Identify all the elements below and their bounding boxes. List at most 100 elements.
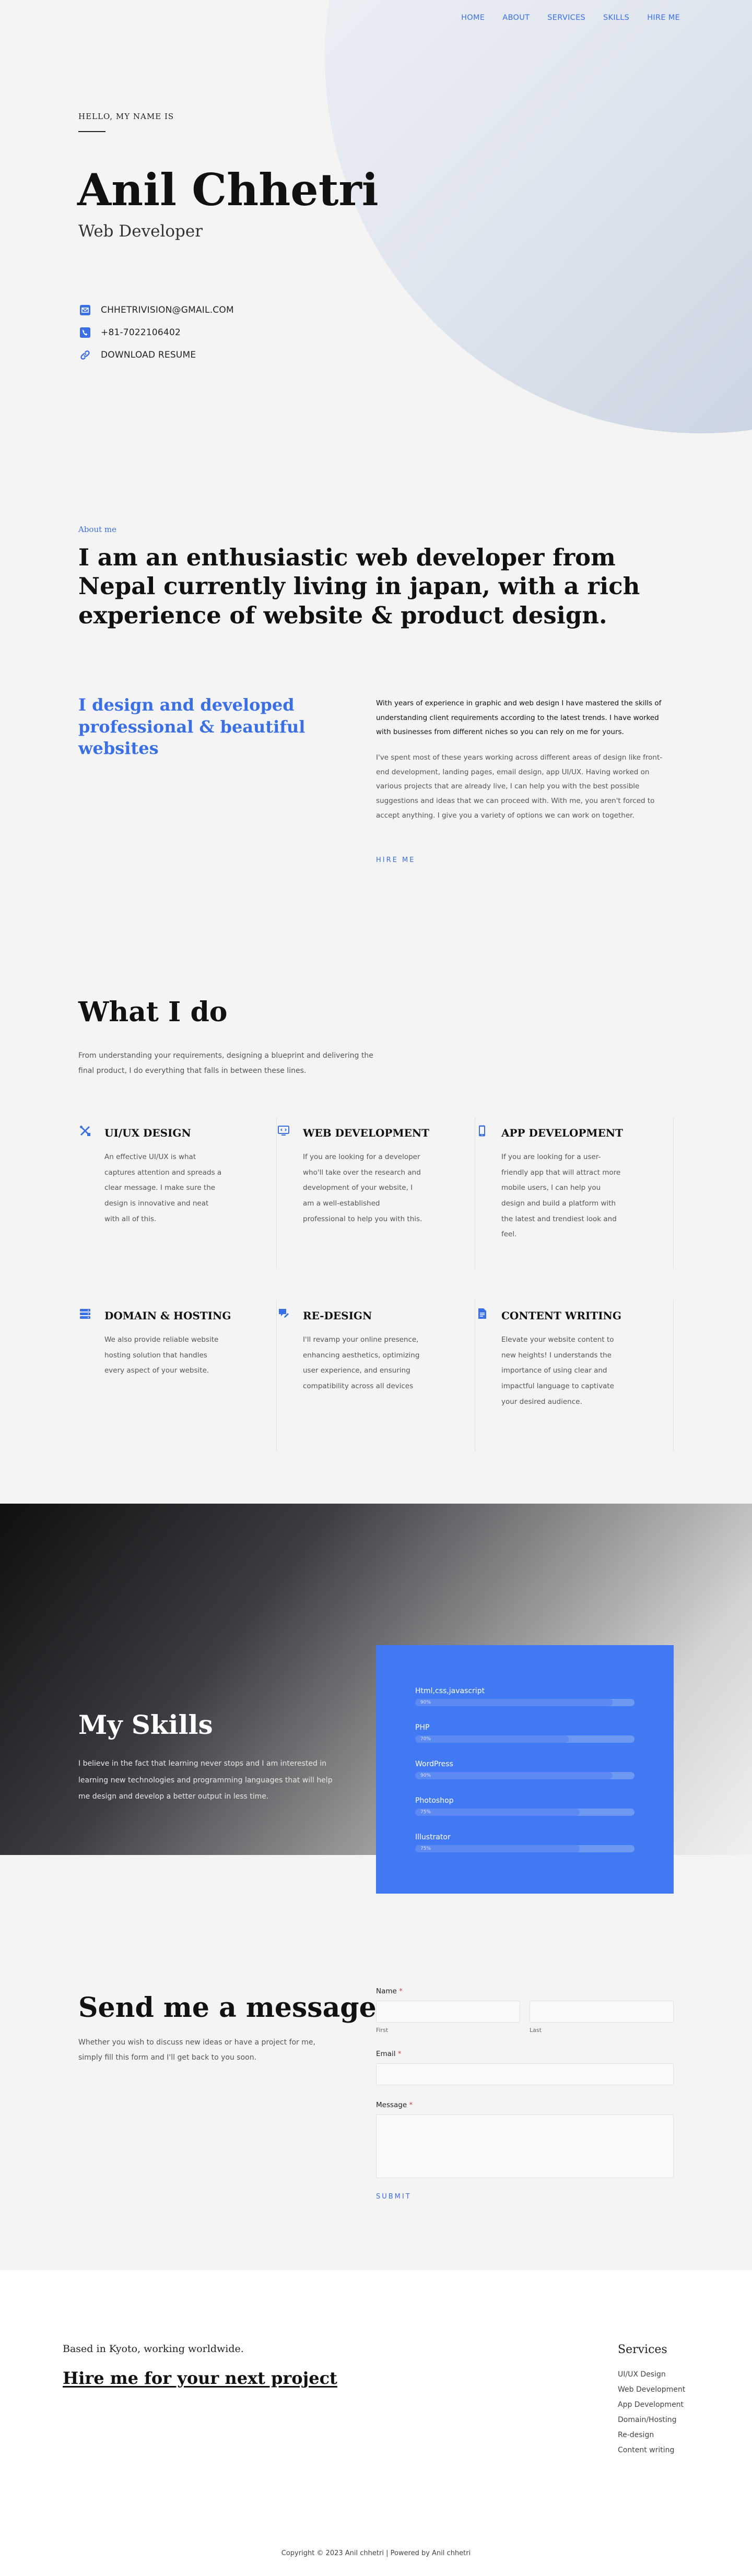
footer-service-item[interactable]: Re-design <box>618 2428 685 2443</box>
nav-skills[interactable]: SKILLS <box>603 14 629 22</box>
document-icon <box>475 1307 489 1320</box>
name-label: Name * <box>376 1987 403 1995</box>
service-card-content: CONTENT WRITING Elevate your website con… <box>475 1300 674 1451</box>
footer-services-list: UI/UX Design Web Development App Develop… <box>618 2367 685 2458</box>
hero-section: HOME ABOUT SERVICES SKILLS HIRE ME HELLO… <box>0 0 752 439</box>
footer-service-item[interactable]: Content writing <box>618 2443 685 2458</box>
service-card-hosting: DOMAIN & HOSTING We also provide reliabl… <box>78 1300 277 1451</box>
service-title: APP DEVELOPMENT <box>501 1127 623 1139</box>
service-card-app: APP DEVELOPMENT If you are looking for a… <box>475 1117 674 1269</box>
last-name-input[interactable] <box>530 2001 674 2023</box>
service-title: UI/UX DESIGN <box>104 1127 191 1139</box>
contact-email[interactable]: CHHETRIVISION@GMAIL.COM <box>78 299 234 321</box>
skill-item: Html,css,javascript 90% <box>415 1687 634 1706</box>
skill-name: Illustrator <box>415 1833 451 1841</box>
skill-progress-fill <box>415 1845 580 1852</box>
service-desc: I'll revamp your online presence, enhanc… <box>303 1336 420 1391</box>
footer-location: Based in Kyoto, working worldwide. <box>63 2343 244 2355</box>
greeting-divider <box>78 131 105 132</box>
hire-me-link[interactable]: HIRE ME <box>376 856 415 864</box>
service-desc: Elevate your website content to new heig… <box>501 1336 614 1406</box>
email-label-text: Email <box>376 2050 396 2058</box>
email-label: Email * <box>376 2050 402 2058</box>
service-title: WEB DEVELOPMENT <box>303 1127 429 1139</box>
nav-hire-me[interactable]: HIRE ME <box>647 14 680 22</box>
service-card-redesign: RE-DESIGN I'll revamp your online presen… <box>277 1300 475 1451</box>
service-title: DOMAIN & HOSTING <box>104 1309 231 1322</box>
skill-percent: 75% <box>420 1846 431 1851</box>
service-card-uiux: UI/UX DESIGN An effective UI/UX is what … <box>78 1117 277 1269</box>
skill-item: PHP 70% <box>415 1723 634 1743</box>
hero-role: Web Developer <box>78 222 203 241</box>
contact-title: Send me a message <box>78 1992 377 2024</box>
about-subheading: I design and developed professional & be… <box>78 695 306 759</box>
skill-progress-fill <box>415 1772 613 1779</box>
monitor-code-icon <box>277 1124 290 1138</box>
about-paragraph-1: With years of experience in graphic and … <box>376 699 662 737</box>
hero-name: Anil Chhetri <box>77 164 379 216</box>
footer-service-item[interactable]: Web Development <box>618 2382 685 2397</box>
footer-hire-link[interactable]: Hire me for your next project <box>63 2368 337 2388</box>
about-paragraph-2: I've spent most of these years working a… <box>376 753 663 820</box>
design-tools-icon <box>78 1124 92 1138</box>
about-headline: I am an enthusiastic web developer from … <box>78 543 640 629</box>
service-desc: An effective UI/UX is what captures atte… <box>104 1153 222 1223</box>
required-mark: * <box>399 1987 403 1995</box>
services-title: What I do <box>78 996 228 1028</box>
link-icon <box>78 348 92 362</box>
nav-services[interactable]: SERVICES <box>547 14 585 22</box>
required-mark: * <box>397 2050 402 2058</box>
service-card-web: WEB DEVELOPMENT If you are looking for a… <box>277 1117 475 1269</box>
server-icon <box>78 1307 92 1320</box>
nav-about[interactable]: ABOUT <box>502 14 530 22</box>
message-label: Message * <box>376 2101 413 2109</box>
skill-progress-bar: 90% <box>415 1699 634 1706</box>
skill-progress-fill <box>415 1699 613 1706</box>
footer-service-item[interactable]: App Development <box>618 2397 685 2413</box>
email-icon <box>78 303 92 317</box>
mobile-icon <box>475 1124 489 1138</box>
skill-progress-fill <box>415 1735 569 1743</box>
skill-item: Photoshop 75% <box>415 1797 634 1816</box>
skill-name: PHP <box>415 1723 430 1732</box>
contact-email-text: CHHETRIVISION@GMAIL.COM <box>101 304 234 315</box>
contact-phone-text: +81-7022106402 <box>101 327 181 338</box>
service-desc: If you are looking for a developer who'l… <box>303 1153 422 1223</box>
skill-percent: 90% <box>420 1773 431 1778</box>
email-input[interactable] <box>376 2063 674 2085</box>
service-title: RE-DESIGN <box>303 1309 372 1322</box>
skill-progress-bar: 75% <box>415 1809 634 1816</box>
name-label-text: Name <box>376 1987 397 1995</box>
skill-name: Photoshop <box>415 1797 454 1805</box>
footer-service-item[interactable]: Domain/Hosting <box>618 2413 685 2428</box>
footer-service-item[interactable]: UI/UX Design <box>618 2367 685 2382</box>
submit-button[interactable]: SUBMIT <box>376 2193 412 2201</box>
contact-resume[interactable]: DOWNLOAD RESUME <box>78 344 234 366</box>
main-nav: HOME ABOUT SERVICES SKILLS HIRE ME <box>461 14 680 22</box>
skills-subtitle: I believe in the fact that learning neve… <box>78 1759 333 1801</box>
service-desc: If you are looking for a user-friendly a… <box>501 1153 621 1239</box>
first-name-input[interactable] <box>376 2001 520 2023</box>
skill-percent: 70% <box>420 1736 431 1742</box>
hero-greeting: HELLO, MY NAME IS <box>78 112 174 121</box>
message-label-text: Message <box>376 2101 407 2109</box>
service-title: CONTENT WRITING <box>501 1309 621 1322</box>
services-subtitle: From understanding your requirements, de… <box>78 1051 373 1075</box>
service-desc: We also provide reliable website hosting… <box>104 1336 219 1375</box>
first-hint: First <box>376 2027 389 2034</box>
contact-subtitle: Whether you wish to discuss new ideas or… <box>78 2038 315 2062</box>
skill-percent: 75% <box>420 1810 431 1815</box>
message-textarea[interactable] <box>376 2114 674 2178</box>
skills-title: My Skills <box>78 1709 213 1740</box>
download-resume-link[interactable]: DOWNLOAD RESUME <box>101 350 196 360</box>
redesign-icon <box>277 1307 290 1320</box>
nav-home[interactable]: HOME <box>461 14 485 22</box>
footer-services-title: Services <box>618 2343 667 2356</box>
last-hint: Last <box>530 2027 542 2034</box>
skill-percent: 90% <box>420 1700 431 1705</box>
skill-name: Html,css,javascript <box>415 1687 485 1695</box>
skills-card: Html,css,javascript 90% PHP 70% WordPres… <box>376 1645 674 1894</box>
contact-phone[interactable]: +81-7022106402 <box>78 321 234 344</box>
skill-name: WordPress <box>415 1760 453 1768</box>
about-kicker: About me <box>78 525 117 534</box>
